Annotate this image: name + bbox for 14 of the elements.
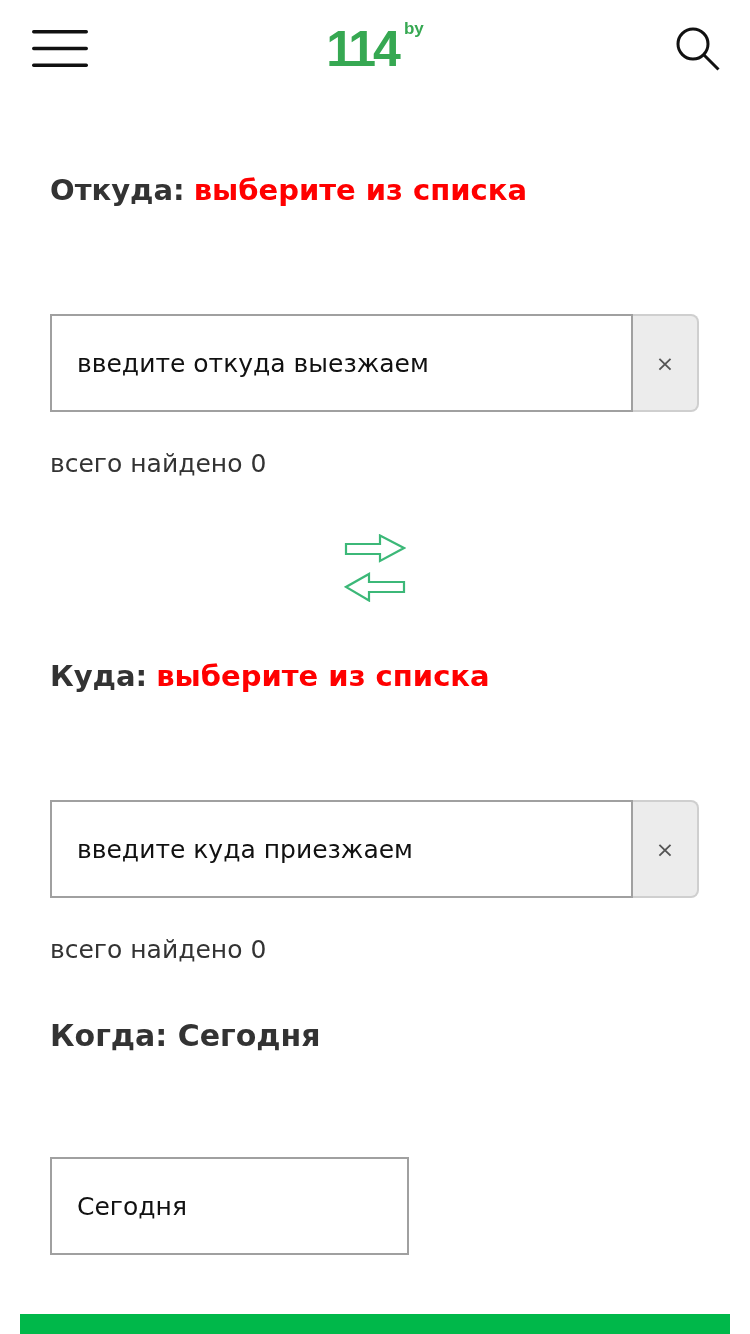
status-text: выберите из списка (156, 658, 490, 695)
results-count: всего найдено 0 (50, 934, 268, 966)
results-count: всего найдено 0 (50, 448, 268, 480)
clear-button[interactable]: × (633, 800, 699, 898)
search-icon[interactable] (676, 26, 720, 71)
date-heading: Когда: Сегодня (50, 1017, 322, 1055)
clear-button[interactable]: × (633, 314, 699, 412)
field-label: Куда: (50, 658, 148, 695)
input-field[interactable]: введите откуда выезжаем (50, 314, 633, 412)
date-field[interactable]: Сегодня (50, 1157, 409, 1255)
status-text: выберите из списка (193, 172, 528, 209)
field-label: Откуда: (50, 172, 185, 209)
menu-icon[interactable] (32, 30, 88, 67)
input-field[interactable]: введите куда приезжаем (50, 800, 633, 898)
